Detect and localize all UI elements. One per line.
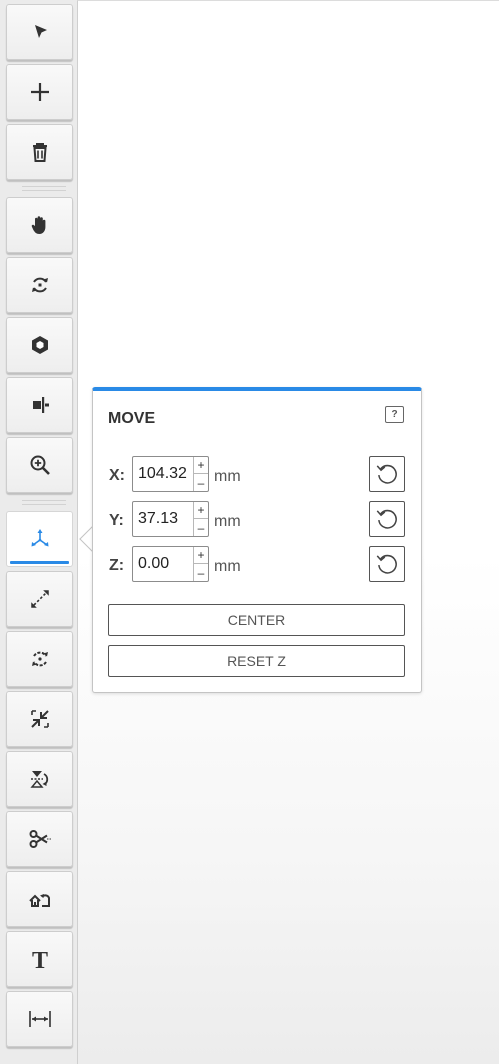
cut-tool-button[interactable] — [6, 811, 73, 867]
plus-icon — [30, 83, 49, 101]
move-tool-button[interactable] — [6, 511, 73, 567]
mirror-tool-button[interactable] — [6, 751, 73, 807]
add-tool-button[interactable] — [6, 64, 73, 120]
cube-icon — [31, 336, 48, 354]
select-tool-button[interactable] — [6, 4, 73, 60]
hand-icon — [31, 216, 45, 234]
rotate-view-tool-button[interactable] — [6, 257, 73, 313]
trash-icon — [32, 143, 47, 162]
z-increment-button[interactable]: + — [194, 547, 208, 564]
section-plane-icon — [32, 397, 49, 413]
rotate-object-icon — [31, 651, 48, 667]
x-number-field: + – — [132, 456, 209, 492]
center-button[interactable]: CENTER — [108, 604, 405, 636]
place-face-icon — [28, 894, 50, 907]
help-button[interactable]: ? — [385, 406, 404, 423]
scale-icon — [30, 590, 49, 608]
text-icon: T — [31, 948, 47, 971]
y-unit: mm — [214, 513, 241, 530]
measure-icon — [28, 1011, 51, 1027]
x-input[interactable] — [135, 457, 191, 491]
y-number-field: + – — [132, 501, 209, 537]
z-unit: mm — [214, 558, 241, 575]
section-tool-button[interactable] — [6, 377, 73, 433]
z-number-field: + – — [132, 546, 209, 582]
panel-title: MOVE — [108, 410, 156, 427]
rotate-view-icon — [31, 277, 48, 293]
rotate-tool-button[interactable] — [6, 631, 73, 687]
place-on-face-tool-button[interactable] — [6, 871, 73, 927]
view-cube-tool-button[interactable] — [6, 317, 73, 373]
shrink-tool-button[interactable] — [6, 691, 73, 747]
x-spinner: + – — [193, 457, 208, 491]
x-label: X: — [109, 467, 125, 484]
z-input[interactable] — [135, 547, 191, 581]
toolbar-separator — [22, 186, 66, 191]
measure-tool-button[interactable] — [6, 991, 73, 1047]
zoom-tool-button[interactable] — [6, 437, 73, 493]
y-coordinate-row: Y: + – mm — [93, 501, 421, 537]
text-tool-button[interactable]: T — [6, 931, 73, 987]
select-cursor-icon — [34, 25, 47, 38]
scale-tool-button[interactable] — [6, 571, 73, 627]
x-reset-button[interactable] — [369, 456, 405, 492]
y-input[interactable] — [135, 502, 191, 536]
reset-icon — [376, 464, 397, 484]
left-toolbar: T — [0, 0, 77, 1064]
x-increment-button[interactable]: + — [194, 457, 208, 474]
z-label: Z: — [109, 557, 125, 574]
z-reset-button[interactable] — [369, 546, 405, 582]
reset-z-button[interactable]: RESET Z — [108, 645, 405, 677]
move-panel: MOVE ? X: + – mm Y: + – mm Z: — [92, 387, 422, 693]
move-axes-icon — [31, 529, 48, 547]
y-decrement-button[interactable]: – — [194, 519, 208, 536]
reset-icon — [376, 509, 397, 529]
z-decrement-button[interactable]: – — [194, 564, 208, 581]
z-spinner: + – — [193, 547, 208, 581]
x-unit: mm — [214, 468, 241, 485]
shrink-arrows-icon — [30, 710, 49, 728]
reset-icon — [376, 554, 397, 574]
y-reset-button[interactable] — [369, 501, 405, 537]
y-spinner: + – — [193, 502, 208, 536]
x-decrement-button[interactable]: – — [194, 474, 208, 491]
svg-text:T: T — [31, 948, 47, 971]
delete-tool-button[interactable] — [6, 124, 73, 180]
scissors-icon — [29, 830, 51, 848]
z-coordinate-row: Z: + – mm — [93, 546, 421, 582]
pan-tool-button[interactable] — [6, 197, 73, 253]
y-increment-button[interactable]: + — [194, 502, 208, 519]
zoom-in-icon — [30, 455, 50, 475]
mirror-icon — [29, 771, 48, 788]
toolbar-separator — [22, 500, 66, 505]
x-coordinate-row: X: + – mm — [93, 456, 421, 492]
y-label: Y: — [109, 512, 124, 529]
